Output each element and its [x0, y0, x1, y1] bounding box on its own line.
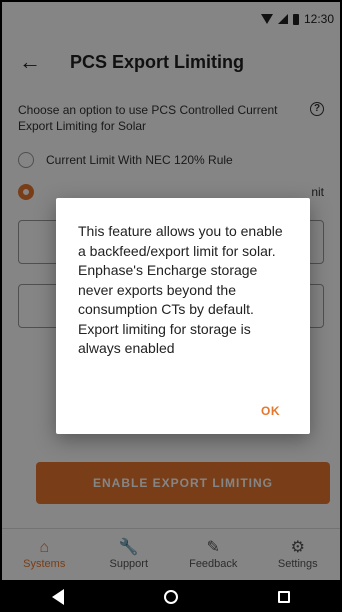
dialog-message: This feature allows you to enable a back…: [78, 223, 283, 356]
system-navigation-bar: [2, 580, 340, 610]
app-screen: 12:30 ← PCS Export Limiting Choose an op…: [0, 0, 342, 612]
system-recents-icon[interactable]: [278, 591, 290, 603]
system-home-icon[interactable]: [164, 590, 178, 604]
info-dialog: This feature allows you to enable a back…: [56, 198, 310, 434]
system-back-icon[interactable]: [52, 589, 64, 605]
ok-button[interactable]: OK: [261, 404, 280, 418]
